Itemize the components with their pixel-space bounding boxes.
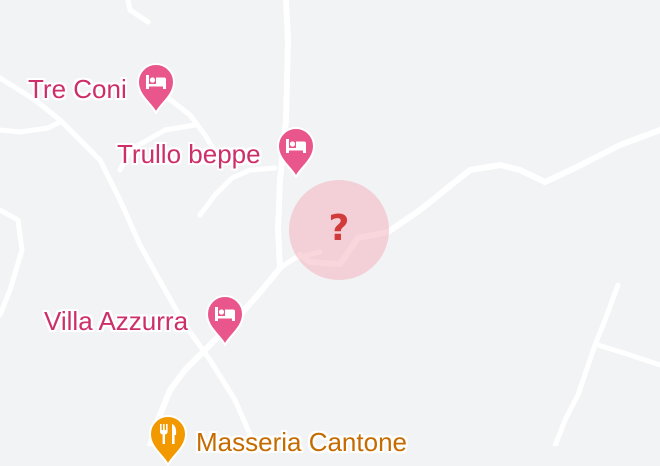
place-label[interactable]: Trullo beppe	[117, 139, 261, 169]
road	[0, 119, 63, 135]
hotel-pin[interactable]	[276, 126, 316, 178]
question-mark-icon: ?	[328, 207, 350, 249]
road	[125, 0, 151, 25]
hotel-pin[interactable]	[205, 294, 245, 346]
bed-icon	[205, 294, 245, 346]
place-label[interactable]: Villa Azzurra	[44, 306, 188, 336]
road	[197, 165, 278, 218]
unknown-location-marker[interactable]: ?	[289, 180, 389, 280]
bed-icon	[136, 62, 176, 114]
fork-knife-icon	[148, 414, 188, 466]
road	[595, 342, 660, 368]
restaurant-pin[interactable]	[148, 414, 188, 466]
bed-icon	[276, 126, 316, 178]
hotel-pin[interactable]	[136, 62, 176, 114]
road	[0, 75, 258, 446]
place-label[interactable]: Masseria Cantone	[196, 427, 407, 457]
road	[552, 282, 621, 446]
place-label[interactable]: Tre Coni	[28, 74, 127, 104]
road	[0, 207, 25, 318]
